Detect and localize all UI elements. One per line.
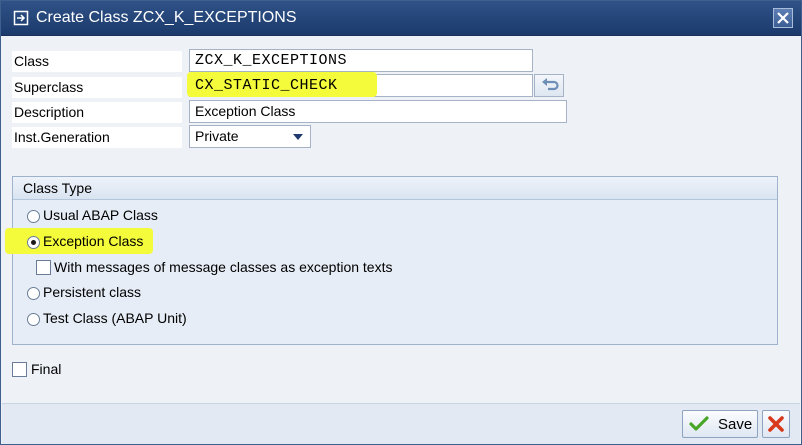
usual-abap-class-label: Usual ABAP Class <box>43 207 158 223</box>
checkmark-icon <box>689 416 709 431</box>
cancel-button[interactable] <box>762 410 790 438</box>
create-class-dialog: Create Class ZCX_K_EXCEPTIONS Class ZCX_… <box>0 0 802 445</box>
description-label: Description <box>12 102 182 123</box>
save-label: Save <box>718 416 753 433</box>
persistent-class-label: Persistent class <box>43 284 142 300</box>
inst-generation-select[interactable]: Private <box>189 125 311 148</box>
exception-class-radio[interactable] <box>27 236 40 249</box>
inst-generation-value: Private <box>195 128 239 144</box>
superclass-field[interactable]: CX_STATIC_CHECK <box>187 72 533 97</box>
chevron-down-icon <box>293 134 303 140</box>
class-type-title: Class Type <box>23 180 92 196</box>
persistent-class-radio[interactable] <box>27 287 40 300</box>
inst-generation-label: Inst.Generation <box>12 127 182 148</box>
cancel-x-icon <box>768 416 784 432</box>
dialog-title: Create Class ZCX_K_EXCEPTIONS <box>36 9 297 26</box>
title-bar: Create Class ZCX_K_EXCEPTIONS <box>1 1 801 36</box>
save-button[interactable]: Save <box>682 410 758 438</box>
message-class-texts-label: With messages of message classes as exce… <box>54 259 393 275</box>
final-label: Final <box>31 361 62 377</box>
class-label: Class <box>12 51 182 72</box>
dialog-content: Class ZCX_K_EXCEPTIONS Superclass CX_STA… <box>2 36 800 444</box>
superclass-label: Superclass <box>12 77 182 98</box>
class-type-group: Class Type Usual ABAP Class Exception Cl… <box>5 176 778 345</box>
exception-class-label: Exception Class <box>43 233 144 249</box>
close-button[interactable] <box>773 8 793 28</box>
test-class-radio[interactable] <box>27 313 40 326</box>
final-checkbox[interactable] <box>12 362 27 377</box>
test-class-label: Test Class (ABAP Unit) <box>43 310 187 326</box>
class-name-field[interactable]: ZCX_K_EXCEPTIONS <box>189 49 533 72</box>
close-icon <box>777 12 789 24</box>
dialog-icon <box>13 10 29 26</box>
undo-inheritance-button[interactable] <box>534 74 564 97</box>
description-field[interactable]: Exception Class <box>189 100 567 123</box>
dialog-footer: Save <box>2 403 800 444</box>
class-type-header: Class Type <box>13 177 777 200</box>
undo-icon <box>542 78 559 91</box>
usual-abap-class-radio[interactable] <box>27 210 40 223</box>
message-class-texts-checkbox[interactable] <box>36 260 51 275</box>
superclass-value: CX_STATIC_CHECK <box>195 77 338 94</box>
